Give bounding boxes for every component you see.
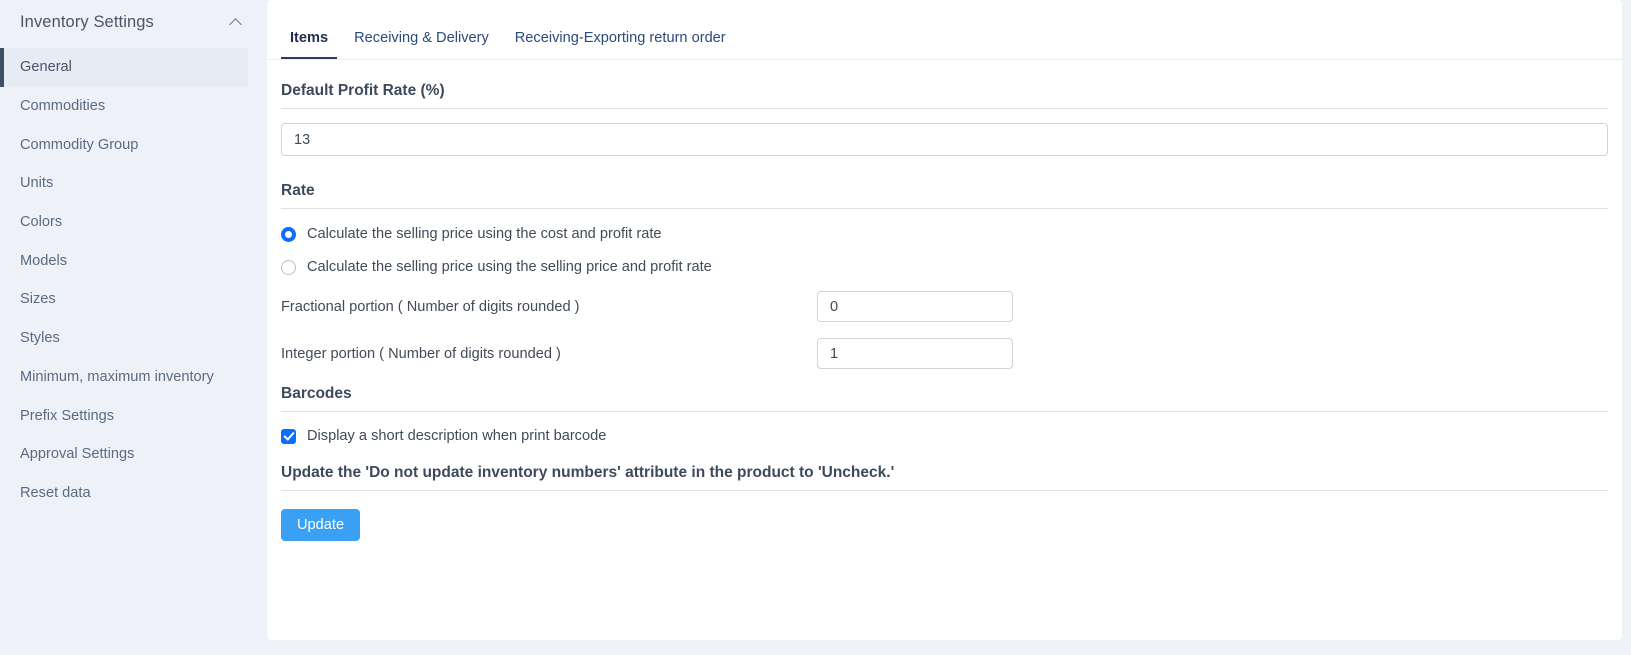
fractional-portion-label: Fractional portion ( Number of digits ro… xyxy=(281,298,580,315)
sidebar-item-commodity-group[interactable]: Commodity Group xyxy=(0,125,248,164)
rate-option-selling-profit[interactable]: Calculate the selling price using the se… xyxy=(281,259,1608,275)
chevron-up-icon[interactable] xyxy=(229,15,243,29)
sidebar-item-units[interactable]: Units xyxy=(0,164,248,203)
rate-option-label: Calculate the selling price using the co… xyxy=(307,226,662,242)
content-area: Items Receiving & Delivery Receiving-Exp… xyxy=(267,0,1631,655)
tab-receiving-exporting-return-order[interactable]: Receiving-Exporting return order xyxy=(506,30,735,59)
divider xyxy=(281,208,1608,209)
sidebar-item-reset-data[interactable]: Reset data xyxy=(0,474,248,513)
rate-option-cost-profit[interactable]: Calculate the selling price using the co… xyxy=(281,226,1608,242)
rate-heading: Rate xyxy=(281,182,315,199)
barcode-description-row[interactable]: Display a short description when print b… xyxy=(281,428,1608,444)
sidebar-item-label: Minimum, maximum inventory xyxy=(20,368,214,385)
profit-rate-heading: Default Profit Rate (%) xyxy=(281,82,445,99)
rate-option-label: Calculate the selling price using the se… xyxy=(307,259,712,275)
sidebar-item-label: Approval Settings xyxy=(20,446,135,463)
sidebar-item-label: General xyxy=(20,59,72,76)
divider xyxy=(281,490,1608,491)
sidebar-header[interactable]: Inventory Settings xyxy=(0,0,267,44)
tab-receiving-delivery[interactable]: Receiving & Delivery xyxy=(345,30,498,59)
divider xyxy=(281,108,1608,109)
tab-items[interactable]: Items xyxy=(281,30,338,59)
sidebar-item-label: Commodity Group xyxy=(20,136,139,153)
sidebar-item-label: Models xyxy=(20,252,68,269)
sidebar-item-models[interactable]: Models xyxy=(0,241,248,280)
integer-portion-row: Integer portion ( Number of digits round… xyxy=(281,338,1608,369)
update-attribute-heading: Update the 'Do not update inventory numb… xyxy=(281,464,895,481)
sidebar-item-commodities[interactable]: Commodities xyxy=(0,87,248,126)
checkbox-checked-icon[interactable] xyxy=(281,428,296,444)
settings-form: Default Profit Rate (%) Rate Calculate t… xyxy=(267,60,1622,640)
settings-page: Inventory Settings General Commodities C… xyxy=(0,0,1631,655)
sidebar-item-general[interactable]: General xyxy=(0,48,248,87)
sidebar-title: Inventory Settings xyxy=(20,12,154,31)
sidebar-item-approval-settings[interactable]: Approval Settings xyxy=(0,435,248,474)
fractional-portion-input[interactable] xyxy=(817,291,1013,322)
sidebar-item-label: Commodities xyxy=(20,98,106,115)
tab-bar: Items Receiving & Delivery Receiving-Exp… xyxy=(267,0,1622,60)
fractional-portion-row: Fractional portion ( Number of digits ro… xyxy=(281,291,1608,322)
radio-icon[interactable] xyxy=(281,226,296,242)
integer-portion-label: Integer portion ( Number of digits round… xyxy=(281,345,561,362)
sidebar-item-label: Reset data xyxy=(20,484,91,501)
profit-rate-input[interactable] xyxy=(281,123,1608,156)
sidebar-item-label: Units xyxy=(20,175,54,192)
sidebar-item-prefix-settings[interactable]: Prefix Settings xyxy=(0,396,248,435)
sidebar-item-label: Sizes xyxy=(20,291,56,308)
update-button[interactable]: Update xyxy=(281,509,361,541)
sidebar-item-label: Styles xyxy=(20,330,60,347)
barcodes-heading: Barcodes xyxy=(281,385,352,402)
sidebar-item-sizes[interactable]: Sizes xyxy=(0,280,248,319)
barcode-description-label: Display a short description when print b… xyxy=(307,428,607,444)
sidebar-item-colors[interactable]: Colors xyxy=(0,203,248,242)
sidebar-item-label: Colors xyxy=(20,214,63,231)
integer-portion-input[interactable] xyxy=(817,338,1013,369)
radio-icon[interactable] xyxy=(281,259,296,275)
sidebar: Inventory Settings General Commodities C… xyxy=(0,0,267,655)
settings-card: Items Receiving & Delivery Receiving-Exp… xyxy=(267,0,1622,640)
divider xyxy=(281,411,1608,412)
sidebar-item-label: Prefix Settings xyxy=(20,407,115,424)
sidebar-item-minimum-maximum-inventory[interactable]: Minimum, maximum inventory xyxy=(0,358,248,397)
sidebar-item-styles[interactable]: Styles xyxy=(0,319,248,358)
sidebar-nav: General Commodities Commodity Group Unit… xyxy=(0,48,267,512)
